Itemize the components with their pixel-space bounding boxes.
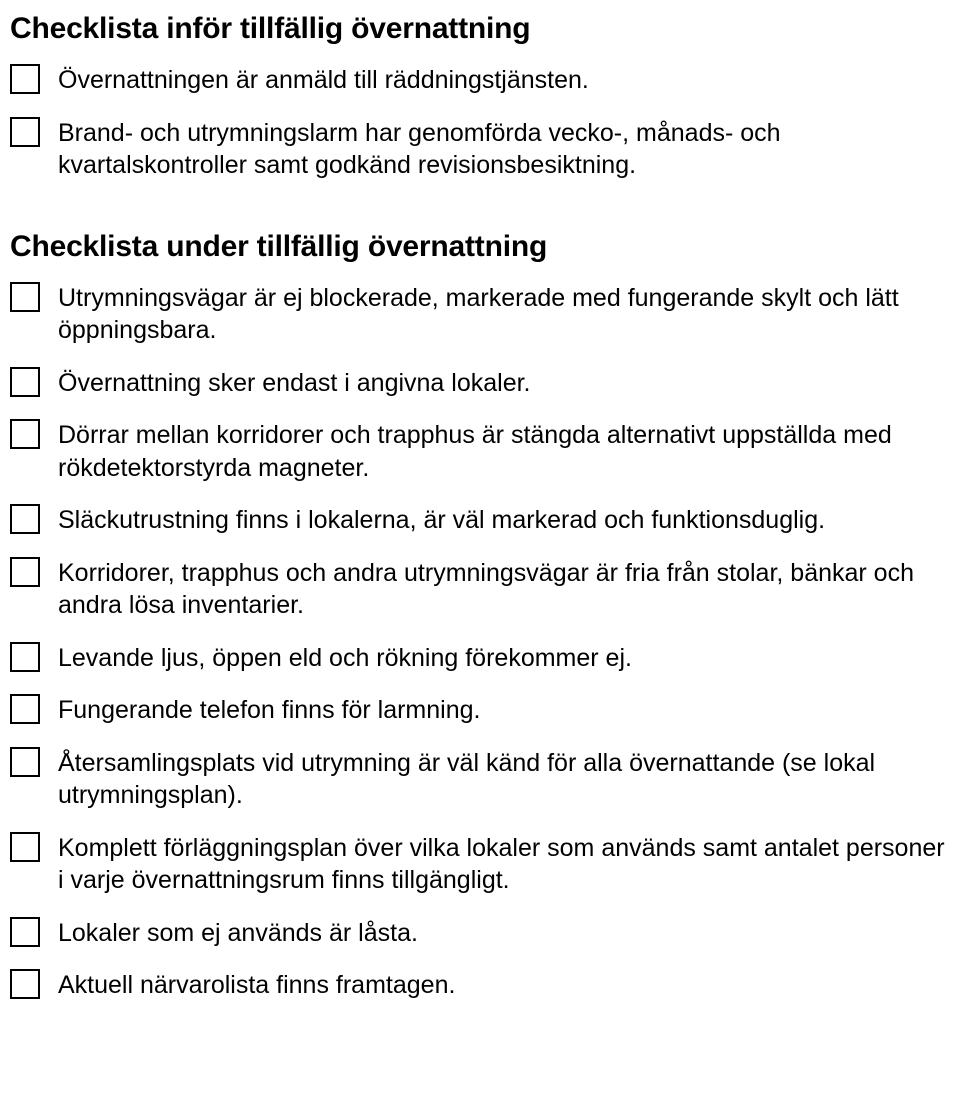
- checklist-item: Brand- och utrymningslarm har genomförda…: [10, 117, 950, 182]
- checklist-text: Levande ljus, öppen eld och rökning före…: [58, 642, 632, 675]
- checkbox-icon[interactable]: [10, 969, 40, 999]
- checklist-item: Släckutrustning finns i lokalerna, är vä…: [10, 504, 950, 537]
- checklist-item: Dörrar mellan korridorer och trapphus är…: [10, 419, 950, 484]
- checkbox-icon[interactable]: [10, 832, 40, 862]
- section-before: Checklista inför tillfällig övernattning…: [10, 12, 950, 182]
- checklist-text: Aktuell närvarolista finns framtagen.: [58, 969, 455, 1002]
- checkbox-icon[interactable]: [10, 694, 40, 724]
- checklist-text: Brand- och utrymningslarm har genomförda…: [58, 117, 950, 182]
- checkbox-icon[interactable]: [10, 504, 40, 534]
- document-root: Checklista inför tillfällig övernattning…: [10, 12, 950, 1002]
- checklist-item: Levande ljus, öppen eld och rökning före…: [10, 642, 950, 675]
- checklist-text: Utrymningsvägar är ej blockerade, marker…: [58, 282, 950, 347]
- checkbox-icon[interactable]: [10, 367, 40, 397]
- checklist-item: Återsamlingsplats vid utrymning är väl k…: [10, 747, 950, 812]
- checklist-text: Släckutrustning finns i lokalerna, är vä…: [58, 504, 825, 537]
- checkbox-icon[interactable]: [10, 117, 40, 147]
- checklist-item: Komplett förläggningsplan över vilka lok…: [10, 832, 950, 897]
- checklist-text: Dörrar mellan korridorer och trapphus är…: [58, 419, 950, 484]
- checklist-item: Övernattningen är anmäld till räddningst…: [10, 64, 950, 97]
- checklist-item: Korridorer, trapphus och andra utrymning…: [10, 557, 950, 622]
- checkbox-icon[interactable]: [10, 642, 40, 672]
- checkbox-icon[interactable]: [10, 64, 40, 94]
- checkbox-icon[interactable]: [10, 917, 40, 947]
- checkbox-icon[interactable]: [10, 282, 40, 312]
- section-during: Checklista under tillfällig övernattning…: [10, 230, 950, 1002]
- checklist-item: Utrymningsvägar är ej blockerade, marker…: [10, 282, 950, 347]
- checklist-item: Fungerande telefon finns för larmning.: [10, 694, 950, 727]
- checklist-text: Korridorer, trapphus och andra utrymning…: [58, 557, 950, 622]
- checkbox-icon[interactable]: [10, 747, 40, 777]
- checkbox-icon[interactable]: [10, 419, 40, 449]
- section-heading: Checklista under tillfällig övernattning: [10, 230, 950, 264]
- checklist-item: Övernattning sker endast i angivna lokal…: [10, 367, 950, 400]
- checklist-text: Lokaler som ej används är låsta.: [58, 917, 418, 950]
- checklist-item: Aktuell närvarolista finns framtagen.: [10, 969, 950, 1002]
- checklist-text: Övernattningen är anmäld till räddningst…: [58, 64, 589, 97]
- checkbox-icon[interactable]: [10, 557, 40, 587]
- section-heading: Checklista inför tillfällig övernattning: [10, 12, 950, 46]
- checklist-text: Fungerande telefon finns för larmning.: [58, 694, 480, 727]
- checklist-text: Komplett förläggningsplan över vilka lok…: [58, 832, 950, 897]
- checklist-text: Återsamlingsplats vid utrymning är väl k…: [58, 747, 950, 812]
- checklist-text: Övernattning sker endast i angivna lokal…: [58, 367, 531, 400]
- checklist-item: Lokaler som ej används är låsta.: [10, 917, 950, 950]
